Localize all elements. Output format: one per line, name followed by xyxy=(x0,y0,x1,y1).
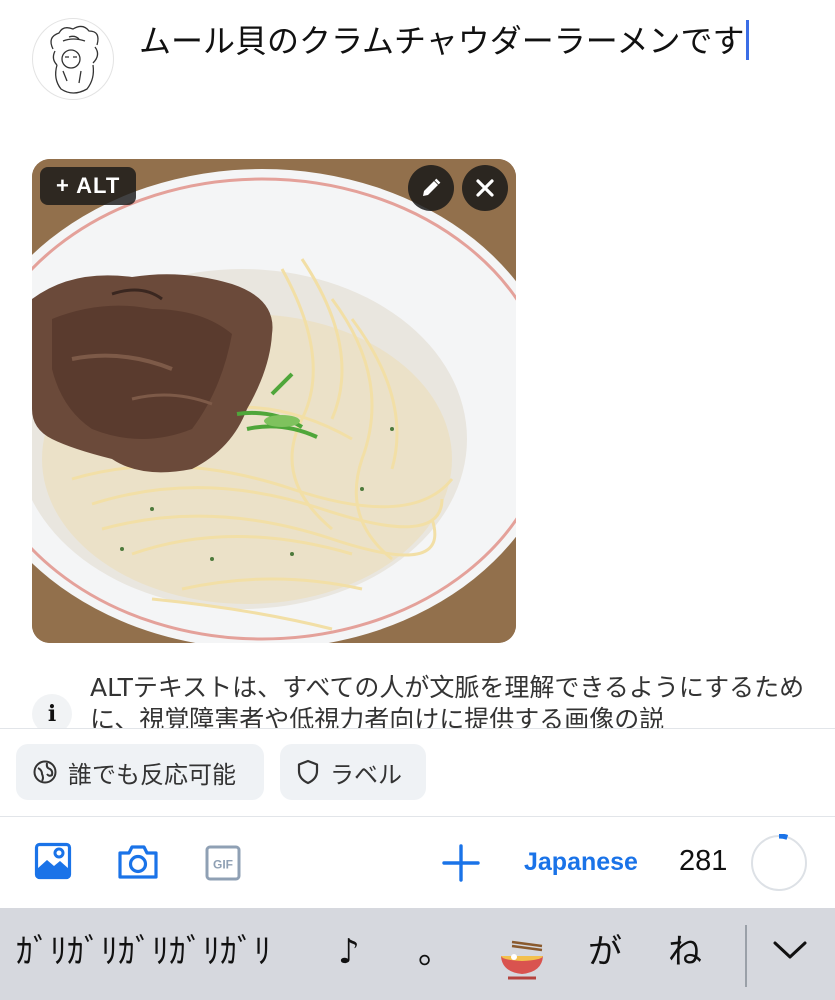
post-text-input[interactable]: ムール貝のクラムチャウダーラーメンです xyxy=(139,20,750,62)
alt-text-info: i ALTテキストは、すべての人が文脈を理解できるようにするために、視覚障害者や… xyxy=(0,668,835,728)
reply-settings-label: 誰でも反応可能 xyxy=(68,760,236,789)
pencil-icon xyxy=(423,178,441,196)
gif-button[interactable]: GIF xyxy=(205,845,241,885)
divider xyxy=(0,816,835,817)
expand-candidates-button[interactable] xyxy=(772,938,808,966)
avatar-drawing xyxy=(50,25,99,94)
keyboard-candidate[interactable] xyxy=(498,938,546,989)
text-caret xyxy=(746,20,750,60)
language-selector[interactable]: Japanese xyxy=(524,848,638,877)
remove-image-button[interactable] xyxy=(462,165,508,211)
avatar[interactable] xyxy=(32,18,114,100)
image-picker-button[interactable] xyxy=(34,842,72,884)
reply-settings-button[interactable]: 誰でも反応可能 xyxy=(16,744,264,800)
gif-icon: GIF xyxy=(205,845,241,881)
character-progress-ring xyxy=(749,833,809,893)
camera-icon xyxy=(118,845,158,879)
shield-icon xyxy=(296,759,320,785)
keyboard-candidate[interactable]: ね xyxy=(668,932,702,972)
edit-image-button[interactable] xyxy=(408,165,454,211)
image-icon xyxy=(34,842,72,880)
add-thread-button[interactable] xyxy=(441,843,481,883)
chevron-down-icon xyxy=(773,941,807,959)
keyboard-candidate[interactable]: が xyxy=(588,932,622,972)
keyboard-candidate[interactable]: ｶﾞﾘｶﾞﾘｶﾞﾘｶﾞﾘｶﾞﾘ xyxy=(16,932,271,972)
post-text: ムール貝のクラムチャウダーラーメンです xyxy=(139,22,745,60)
camera-button[interactable] xyxy=(117,844,159,884)
alt-info-text: ALTテキストは、すべての人が文脈を理解できるようにするために、視覚障害者や低視… xyxy=(90,673,805,728)
label-button[interactable]: ラベル xyxy=(280,744,426,800)
globe-icon xyxy=(32,759,58,785)
ramen-emoji-icon xyxy=(501,940,543,980)
keyboard-candidate[interactable]: ♪ xyxy=(338,932,360,972)
add-alt-text-button[interactable]: + ALT xyxy=(40,167,137,205)
label-button-label: ラベル xyxy=(330,760,402,789)
keyboard-divider xyxy=(745,925,747,987)
svg-text:GIF: GIF xyxy=(213,858,233,872)
attached-photo xyxy=(32,159,516,643)
keyboard-candidate[interactable]: 。 xyxy=(418,932,452,972)
info-icon: i xyxy=(32,694,72,728)
close-icon xyxy=(476,179,494,197)
plus-icon xyxy=(442,844,480,882)
divider xyxy=(0,728,835,729)
character-count: 281 xyxy=(679,845,728,877)
